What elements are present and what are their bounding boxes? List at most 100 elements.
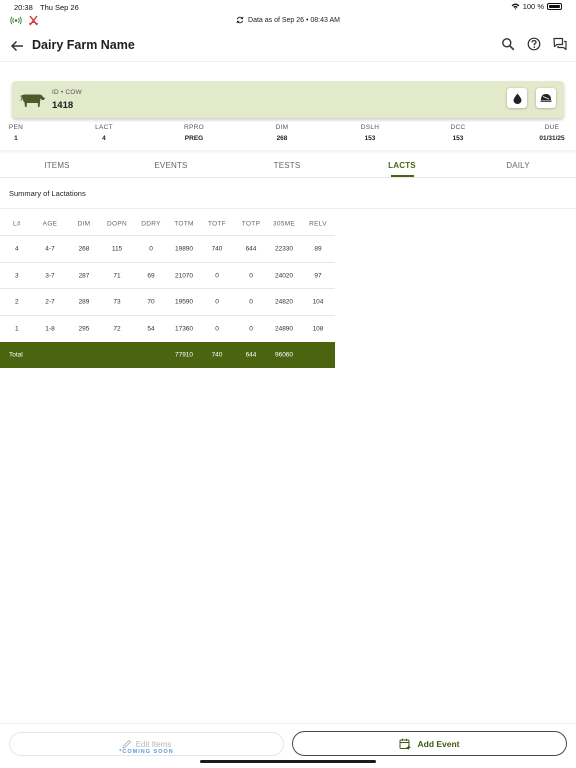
summary-divider — [0, 208, 576, 209]
cell-relv: 97 — [314, 272, 322, 280]
chat-icon[interactable] — [553, 37, 567, 51]
add-event-label: Add Event — [417, 738, 460, 749]
total-totp: 644 — [245, 351, 257, 359]
lactations-table: L# AGE DIM DOPN DDRY TOTM TOTF TOTP 305M… — [0, 213, 335, 368]
tab-lacts[interactable]: LACTS — [388, 161, 416, 170]
cell-totf: 0 — [215, 298, 219, 306]
sync-row: Data as of Sep 26 • 08:43 AM — [0, 14, 576, 28]
col-header-305me: 305ME — [272, 220, 296, 228]
coming-soon-label: *COMING SOON — [119, 749, 174, 755]
col-header-ddry: DDRY — [141, 220, 161, 228]
cell-relv: 104 — [312, 298, 324, 306]
edit-items-button: Edit Items *COMING SOON — [9, 732, 284, 756]
stat-due: DUE 01/31/25 — [539, 124, 565, 142]
stat-lact: LACT 4 — [95, 124, 113, 142]
cell-dopn: 73 — [113, 298, 121, 306]
wifi-icon — [511, 3, 520, 10]
tab-daily[interactable]: DAILY — [506, 161, 530, 170]
tab-items[interactable]: ITEMS — [44, 161, 69, 170]
cell-ddry: 0 — [149, 245, 153, 253]
calendar-add-icon — [399, 738, 411, 749]
cell-totm: 21070 — [174, 272, 194, 280]
table-header-row: L# AGE DIM DOPN DDRY TOTM TOTF TOTP 305M… — [0, 213, 335, 235]
cell-305me: 24890 — [274, 325, 294, 333]
cell-305me: 24820 — [274, 298, 294, 306]
cell-totm: 17360 — [174, 325, 194, 333]
status-date: Thu Sep 26 — [40, 3, 79, 12]
sync-status-text: Data as of Sep 26 • 08:43 AM — [248, 16, 340, 24]
col-header-dim: DIM — [77, 220, 91, 228]
cell-totf: 0 — [215, 325, 219, 333]
status-bar: 20:38 Thu Sep 26 100 % — [0, 0, 576, 13]
table-row[interactable]: 1 1-8 295 72 54 17360 0 0 24890 108 — [0, 315, 335, 342]
cell-totp: 0 — [249, 325, 253, 333]
total-label: Total — [9, 351, 23, 359]
tab-bar: ITEMS EVENTS TESTS LACTS DAILY — [0, 156, 576, 178]
cell-dim: 295 — [78, 325, 90, 333]
table-row[interactable]: 4 4-7 268 115 0 19890 740 644 22330 89 — [0, 235, 335, 262]
total-totm: 77910 — [174, 351, 194, 359]
stat-rpro: RPRO PREG — [184, 124, 204, 142]
col-header-totf: TOTF — [207, 220, 227, 228]
cell-totf: 740 — [211, 245, 223, 253]
cell-lnum: 3 — [15, 272, 19, 280]
refresh-icon[interactable] — [236, 16, 244, 24]
stat-dim: DIM 268 — [275, 124, 289, 142]
cow-icon — [20, 94, 45, 107]
cell-totm: 19890 — [174, 245, 194, 253]
back-arrow-icon[interactable] — [9, 38, 25, 54]
animal-card: ID • COW 1418 — [12, 81, 564, 118]
search-icon[interactable] — [501, 37, 515, 51]
animal-stats-row: PEN 1 LACT 4 RPRO PREG DIM 268 DSLH 153 DCC 15… — [0, 124, 576, 148]
cell-age: 4-7 — [45, 245, 55, 253]
cell-dopn: 72 — [113, 325, 121, 333]
home-indicator — [200, 760, 376, 763]
helmet-button[interactable] — [536, 88, 556, 108]
add-event-button[interactable]: Add Event — [292, 731, 567, 756]
drop-icon — [513, 93, 521, 104]
cell-relv: 108 — [312, 325, 324, 333]
total-totf: 740 — [211, 351, 223, 359]
status-time: 20:38 — [14, 3, 33, 12]
cell-lnum: 4 — [15, 245, 19, 253]
cell-totp: 0 — [249, 272, 253, 280]
tab-events[interactable]: EVENTS — [154, 161, 187, 170]
table-row[interactable]: 2 2-7 289 73 70 19590 0 0 24820 104 — [0, 288, 335, 315]
cell-age: 3-7 — [45, 272, 55, 280]
edit-items-label: Edit Items — [135, 739, 172, 749]
cell-ddry: 54 — [147, 325, 155, 333]
col-header-relv: RELV — [309, 220, 327, 228]
milk-drop-button[interactable] — [507, 88, 527, 108]
cell-totp: 0 — [249, 298, 253, 306]
stats-divider — [0, 150, 576, 154]
cell-age: 2-7 — [45, 298, 55, 306]
cell-dim: 287 — [78, 272, 90, 280]
summary-title: Summary of Lactations — [9, 189, 86, 198]
cell-totm: 19590 — [174, 298, 194, 306]
animal-type-label: ID • COW — [52, 89, 82, 96]
pencil-icon — [122, 739, 131, 749]
cell-ddry: 69 — [147, 272, 155, 280]
cell-totp: 644 — [245, 245, 257, 253]
animal-id: 1418 — [52, 100, 74, 111]
cell-lnum: 2 — [15, 298, 19, 306]
cell-relv: 89 — [314, 245, 322, 253]
cell-305me: 22330 — [274, 245, 294, 253]
helmet-icon — [540, 94, 552, 102]
help-icon[interactable] — [527, 37, 541, 51]
cell-305me: 24020 — [274, 272, 294, 280]
cell-ddry: 70 — [147, 298, 155, 306]
cell-totf: 0 — [215, 272, 219, 280]
tab-tests[interactable]: TESTS — [274, 161, 301, 170]
cell-age: 1-8 — [45, 325, 55, 333]
col-header-dopn: DOPN — [107, 220, 127, 228]
active-tab-indicator — [391, 175, 414, 177]
app-bar: Dairy Farm Name — [0, 30, 576, 62]
total-305me: 96060 — [274, 351, 294, 359]
table-row[interactable]: 3 3-7 287 71 69 21070 0 0 24020 97 — [0, 261, 335, 289]
stat-dcc: DCC 153 — [450, 124, 466, 142]
stat-pen: PEN 1 — [8, 124, 24, 142]
status-right: 100 % — [511, 2, 562, 11]
col-header-totm: TOTM — [174, 220, 194, 228]
cell-dopn: 71 — [113, 272, 121, 280]
